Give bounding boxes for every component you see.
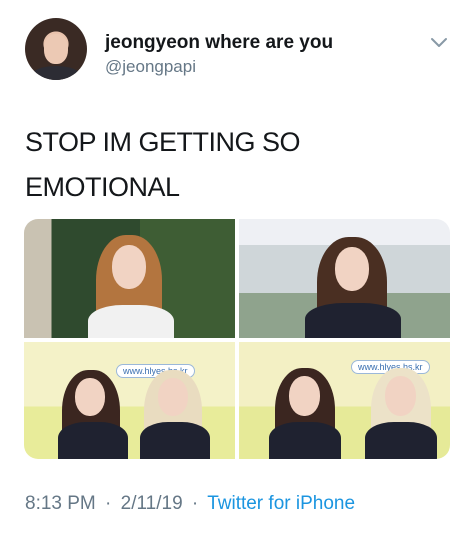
chevron-down-icon[interactable] xyxy=(428,34,450,50)
photo-4[interactable]: www.hlyes.hs.kr xyxy=(239,342,450,459)
photo-2[interactable] xyxy=(239,219,450,338)
separator: · xyxy=(191,493,199,514)
separator: · xyxy=(105,493,112,514)
photo-1-face xyxy=(112,245,146,289)
user-handle[interactable]: @jeongpapi xyxy=(105,57,196,77)
photo-3-uniform-1 xyxy=(58,422,128,459)
photo-3-face-2 xyxy=(158,378,188,416)
photo-4-face-2 xyxy=(385,376,416,416)
avatar-face xyxy=(44,34,68,64)
avatar[interactable] xyxy=(25,18,87,80)
tweet-time: 8:13 PM xyxy=(25,493,96,514)
photo-1[interactable] xyxy=(24,219,235,338)
photo-3-face-1 xyxy=(75,378,105,416)
photo-2-face xyxy=(335,247,369,291)
photo-4-uniform-2 xyxy=(365,422,437,459)
tweet-text: STOP IM GETTING SO EMOTIONAL xyxy=(25,120,445,210)
photo-1-uniform xyxy=(88,305,174,338)
tweet-timestamp: 8:13 PM · 2/11/19 · Twitter for iPhone xyxy=(25,493,355,515)
photo-2-uniform xyxy=(305,303,401,338)
photo-4-uniform-1 xyxy=(269,422,341,459)
tweet-source-link[interactable]: Twitter for iPhone xyxy=(207,493,355,514)
media-grid[interactable]: www.hlyes.hs.kr www.hlyes.hs.kr xyxy=(24,219,450,459)
tweet-date: 2/11/19 xyxy=(120,493,183,514)
photo-4-face-1 xyxy=(289,376,320,416)
tweet-text-line-2: EMOTIONAL xyxy=(25,172,180,202)
photo-3-uniform-2 xyxy=(140,422,210,459)
photo-3[interactable]: www.hlyes.hs.kr xyxy=(24,342,235,459)
display-name[interactable]: jeongyeon where are you xyxy=(105,32,333,54)
avatar-shirt xyxy=(31,66,81,80)
tweet-text-line-1: STOP IM GETTING SO xyxy=(25,127,301,157)
